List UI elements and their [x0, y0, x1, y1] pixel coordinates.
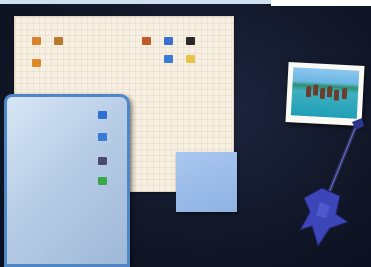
app-glyph: [97, 133, 107, 141]
app-glyph: [163, 55, 173, 63]
person-figure: [341, 87, 348, 100]
folder-glyph: [31, 59, 41, 67]
app-glyph: [97, 177, 107, 185]
folder-icon[interactable]: [45, 37, 71, 46]
person-figure: [319, 87, 326, 99]
front-window[interactable]: [4, 94, 130, 267]
person-figure: [333, 89, 340, 101]
app-glyph: [163, 37, 173, 45]
desktop-board: [0, 0, 371, 267]
app-glyph: [141, 37, 151, 45]
app-icon[interactable]: [89, 157, 115, 166]
person-figure: [305, 86, 312, 98]
app-icon[interactable]: [89, 133, 115, 142]
beach-photo: [290, 67, 360, 119]
guitar-icon[interactable]: [296, 118, 371, 248]
folder-glyph: [53, 37, 63, 45]
app-glyph: [97, 111, 107, 119]
app-glyph: [185, 37, 195, 45]
photo-frame[interactable]: [285, 62, 365, 126]
folder-icon[interactable]: [177, 55, 203, 64]
app-glyph: [97, 157, 107, 165]
app-icon[interactable]: [177, 37, 203, 46]
top-right-edge: [271, 0, 371, 6]
app-icon[interactable]: [89, 177, 115, 186]
person-figure: [326, 86, 333, 98]
folder-icon[interactable]: [23, 59, 49, 68]
person-figure: [312, 84, 319, 96]
folder-glyph: [31, 37, 41, 45]
folder-glyph: [185, 55, 195, 63]
sticky-note[interactable]: [176, 152, 237, 212]
app-icon[interactable]: [89, 111, 115, 120]
